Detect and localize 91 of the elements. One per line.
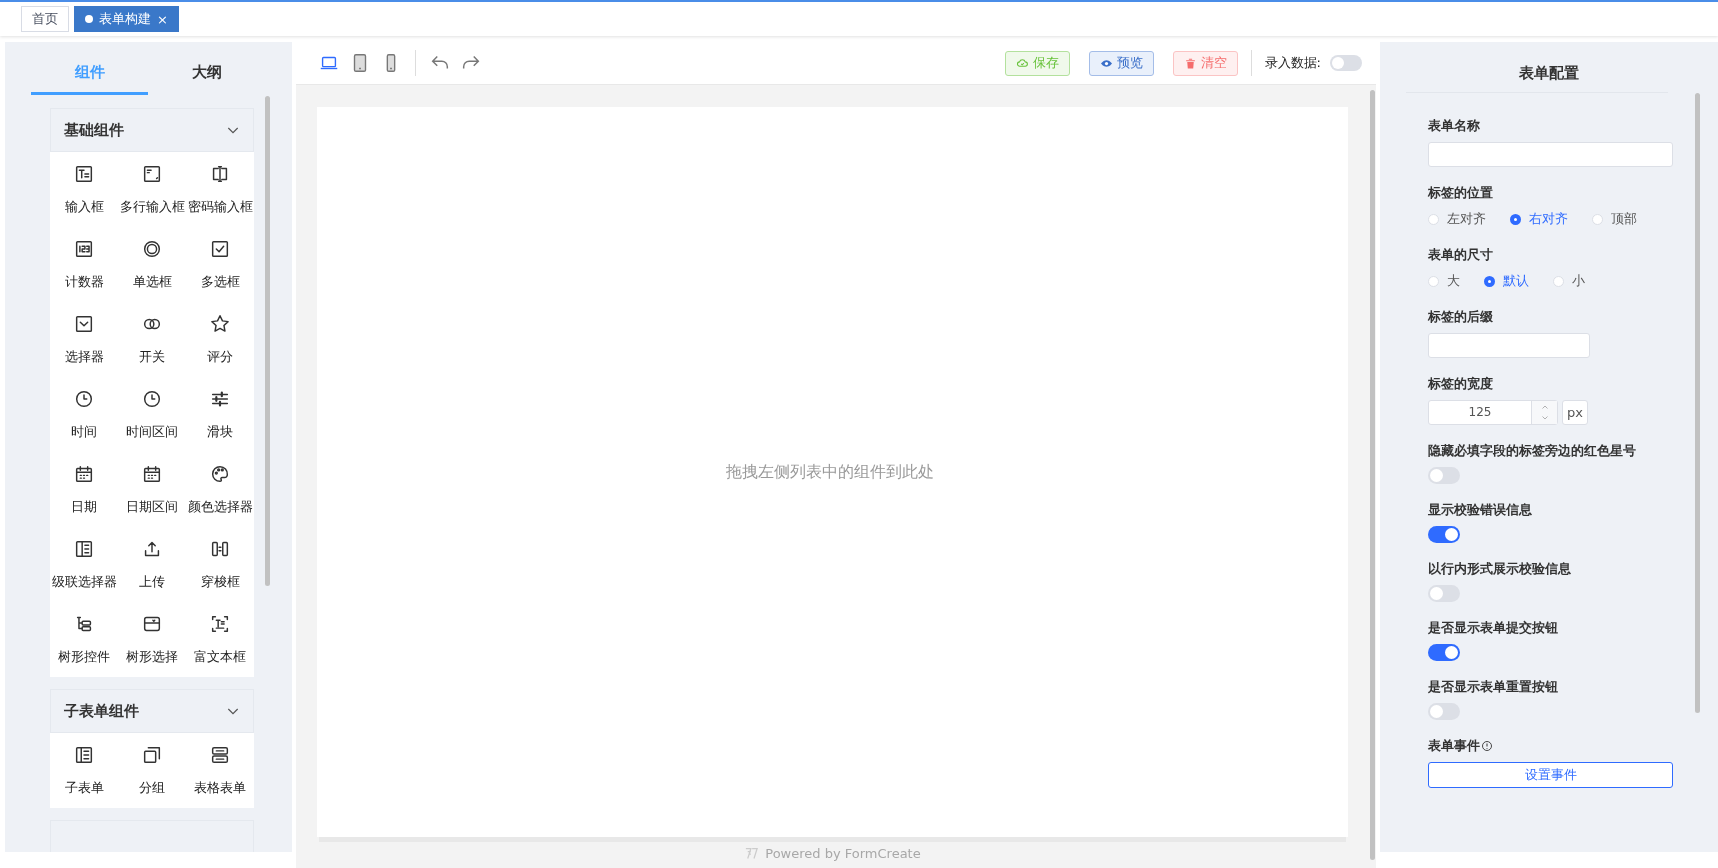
field-label: 显示校验错误信息: [1428, 501, 1532, 519]
component-item[interactable]: 级联选择器: [50, 527, 118, 602]
number-box-icon: [73, 238, 95, 260]
component-item[interactable]: 树形控件: [50, 602, 118, 677]
panel-title: 表单配置: [1406, 42, 1668, 93]
calendar-icon: [73, 463, 95, 485]
radio-circle[interactable]: [1484, 275, 1495, 287]
drop-hint: 拖拽左侧列表中的组件到此处: [725, 461, 934, 483]
component-item[interactable]: 子表单: [50, 733, 118, 808]
text-area-icon: [141, 163, 163, 185]
component-item[interactable]: 树形选择: [118, 602, 186, 677]
checkbox-icon: [209, 238, 231, 260]
radio-option[interactable]: 默认: [1484, 272, 1529, 290]
close-icon[interactable]: ×: [157, 11, 168, 27]
stack-icon: [209, 744, 231, 766]
component-item[interactable]: 上传: [118, 527, 186, 602]
star-icon: [209, 313, 231, 335]
info-icon[interactable]: [1481, 740, 1493, 752]
text-frame-icon: [209, 613, 231, 635]
toggle-switch[interactable]: [1428, 585, 1460, 602]
calendar-icon: [141, 463, 163, 485]
text-field[interactable]: [1428, 142, 1673, 167]
component-item[interactable]: 开关: [118, 302, 186, 377]
group-header[interactable]: 基础组件: [50, 108, 254, 152]
toggle-switch[interactable]: [1428, 703, 1460, 720]
group-header[interactable]: 子表单组件: [50, 689, 254, 733]
field-label: 标签的后缀: [1428, 308, 1493, 326]
component-item[interactable]: 颜色选择器: [186, 452, 254, 527]
component-item[interactable]: 多行输入框: [118, 152, 186, 227]
number-field[interactable]: 125: [1428, 400, 1558, 425]
group-title: 基础组件: [64, 120, 124, 140]
component-item[interactable]: 表格表单: [186, 733, 254, 808]
field-label: 表单的尺寸: [1428, 246, 1493, 264]
preview-button[interactable]: 预览: [1088, 50, 1154, 76]
group-title: 子表单组件: [64, 701, 139, 721]
page-tab[interactable]: 表单构建 ×: [74, 6, 179, 32]
toggle-switch[interactable]: [1428, 467, 1460, 484]
radio-option[interactable]: 顶部: [1592, 210, 1637, 228]
logo-icon: [744, 846, 760, 861]
component-item[interactable]: 滑块: [186, 377, 254, 452]
radio-icon: [141, 238, 163, 260]
list-icon: [73, 744, 95, 766]
status-dot: [85, 15, 93, 23]
field-label: 是否显示表单重置按钮: [1428, 678, 1558, 696]
page-tab[interactable]: 首页: [21, 6, 69, 32]
field-label: 表单名称: [1428, 117, 1480, 135]
component-item[interactable]: 密码输入框: [186, 152, 254, 227]
text-field[interactable]: [1428, 333, 1590, 358]
radio-option[interactable]: 大: [1428, 272, 1460, 290]
component-item[interactable]: 穿梭框: [186, 527, 254, 602]
field-label: 以行内形式展示校验信息: [1428, 560, 1571, 578]
component-item[interactable]: 日期: [50, 452, 118, 527]
radio-circle[interactable]: [1510, 213, 1521, 225]
select-icon: [73, 313, 95, 335]
palette-icon: [209, 463, 231, 485]
panel-icon: [73, 538, 95, 560]
field-label: 表单事件: [1428, 737, 1480, 755]
component-item[interactable]: 分组: [118, 733, 186, 808]
component-item[interactable]: 评分: [186, 302, 254, 377]
radio-option[interactable]: 小: [1553, 272, 1585, 290]
cloud-icon: [1015, 56, 1029, 70]
component-item[interactable]: 单选框: [118, 227, 186, 302]
field-label: 标签的宽度: [1428, 375, 1493, 393]
radio-option[interactable]: 右对齐: [1510, 210, 1568, 228]
field-label: 隐藏必填字段的标签旁边的红色星号: [1428, 442, 1636, 460]
clock-icon: [73, 388, 95, 410]
entry-switch[interactable]: [1330, 55, 1362, 71]
text-box-icon: [73, 163, 95, 185]
clock-icon: [141, 388, 163, 410]
component-item[interactable]: 计数器: [50, 227, 118, 302]
scrollbar[interactable]: [265, 96, 270, 586]
set-events-button[interactable]: 设置事件: [1428, 762, 1673, 788]
component-item[interactable]: 富文本框: [186, 602, 254, 677]
entry-label: 录入数据:: [1264, 54, 1321, 72]
toggle-switch[interactable]: [1428, 644, 1460, 661]
component-item[interactable]: 日期区间: [118, 452, 186, 527]
toggle-switch[interactable]: [1428, 526, 1460, 543]
group-header[interactable]: [50, 820, 254, 852]
copy-icon: [141, 744, 163, 766]
component-item[interactable]: 选择器: [50, 302, 118, 377]
component-item[interactable]: 时间区间: [118, 377, 186, 452]
component-item[interactable]: 时间: [50, 377, 118, 452]
field-label: 标签的位置: [1428, 184, 1493, 202]
component-item[interactable]: 输入框: [50, 152, 118, 227]
trash-icon: [1183, 56, 1197, 70]
component-item[interactable]: 多选框: [186, 227, 254, 302]
powered-by-text: Powered by FormCreate: [765, 846, 921, 861]
radio-option[interactable]: 左对齐: [1428, 210, 1486, 228]
panel-tab[interactable]: 大纲: [148, 54, 265, 95]
unit-label: px: [1562, 400, 1588, 425]
field-label: 是否显示表单提交按钮: [1428, 619, 1558, 637]
